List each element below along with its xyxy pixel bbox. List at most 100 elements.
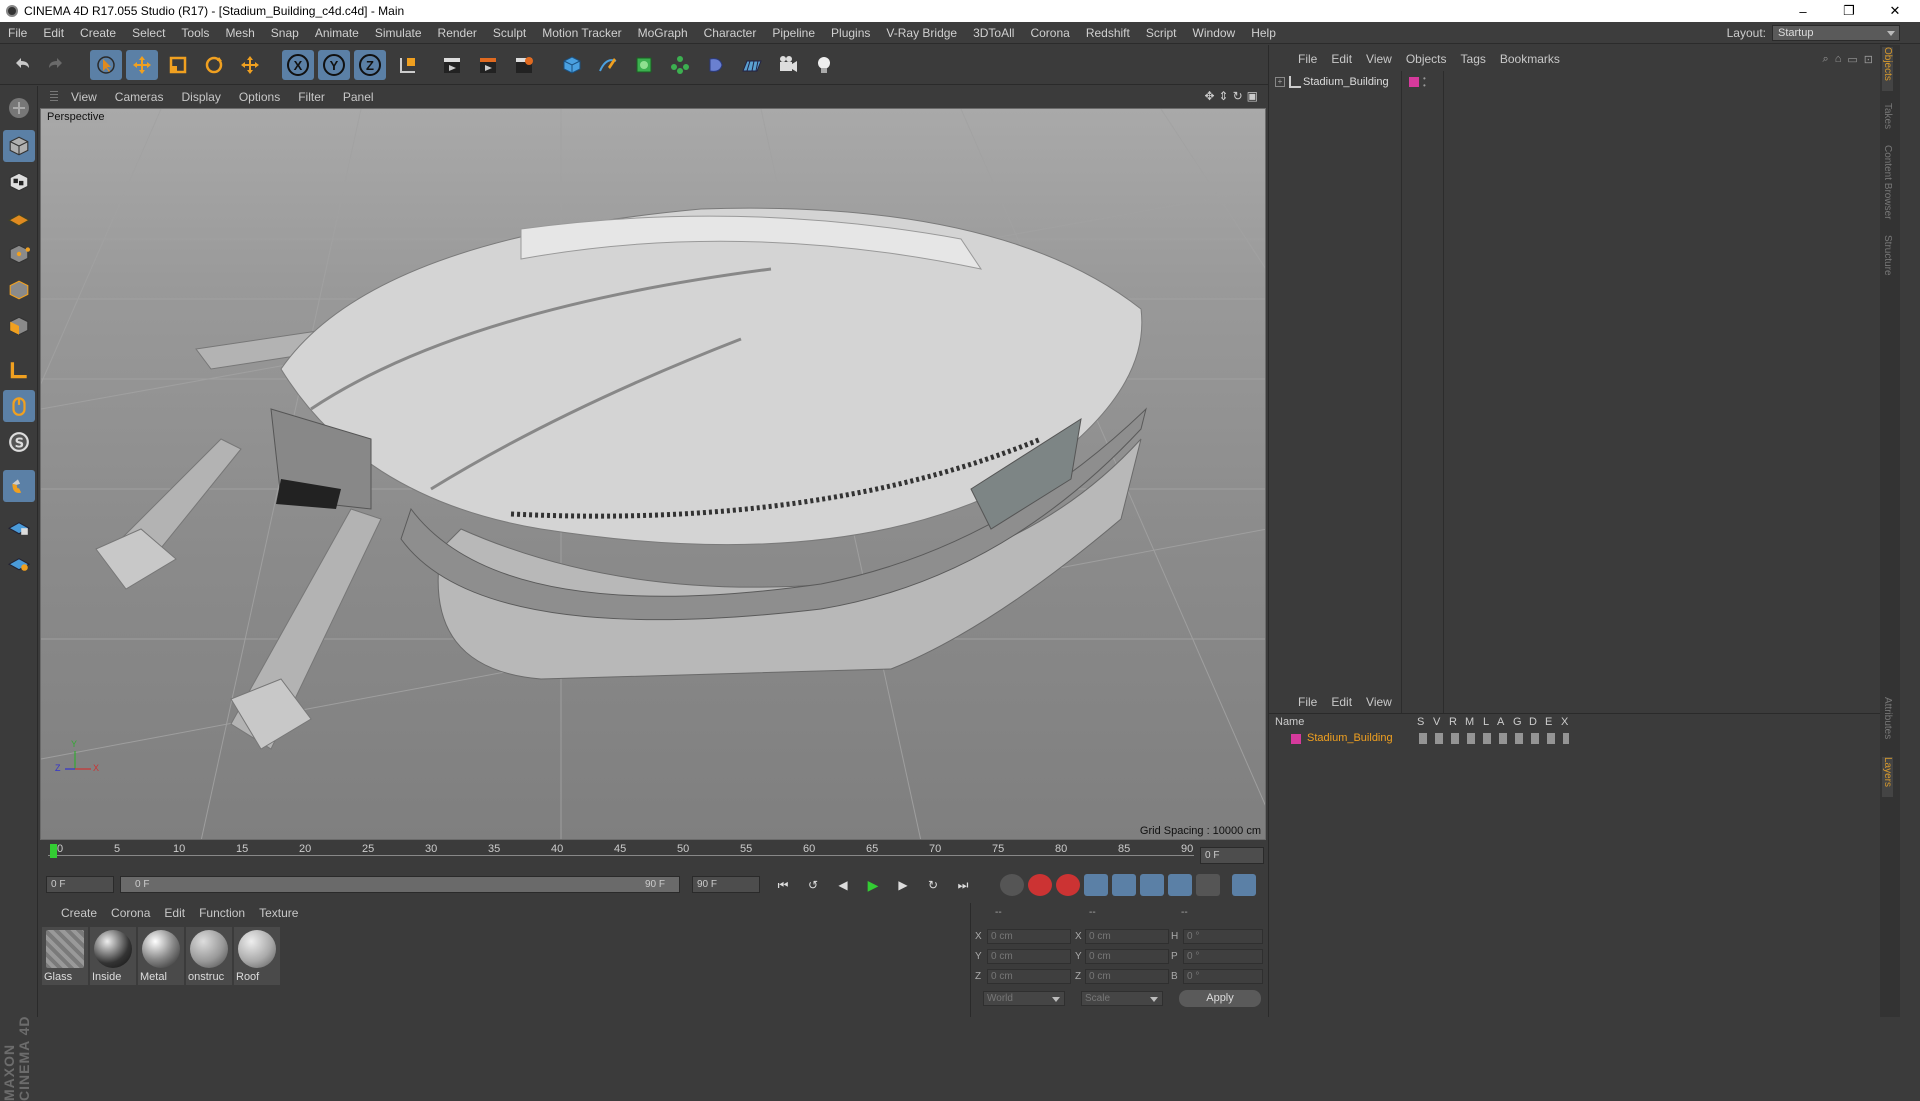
make-editable-button[interactable]	[3, 92, 35, 124]
workplane-align-button[interactable]	[3, 546, 35, 578]
menu-pipeline[interactable]: Pipeline	[764, 26, 823, 40]
layer-name[interactable]: Stadium_Building	[1307, 732, 1393, 744]
add-cube-button[interactable]	[556, 50, 588, 80]
material-menu-corona[interactable]: Corona	[104, 906, 157, 920]
perspective-viewport[interactable]: Y Z X Perspective Grid Spacing : 10000 c…	[40, 108, 1266, 840]
workplane-mode-button[interactable]	[3, 202, 35, 234]
end-frame-field[interactable]: 90 F	[692, 876, 760, 893]
object-row[interactable]: + Stadium_Building • •	[1273, 75, 1873, 91]
tab-objects[interactable]: Objects	[1882, 47, 1893, 91]
menu-window[interactable]: Window	[1185, 26, 1244, 40]
key-parameter-icon[interactable]	[1168, 874, 1192, 896]
texture-mode-button[interactable]	[3, 166, 35, 198]
snap-button[interactable]	[3, 470, 35, 502]
layers-menu-file[interactable]: File	[1291, 695, 1324, 709]
objects-menu-view[interactable]: View	[1359, 52, 1399, 66]
render-settings-button[interactable]	[508, 50, 540, 80]
add-camera-button[interactable]	[772, 50, 804, 80]
key-position-icon[interactable]	[1084, 874, 1108, 896]
tab-layers[interactable]: Layers	[1882, 757, 1893, 797]
menu-create[interactable]: Create	[72, 26, 124, 40]
add-light-button[interactable]	[808, 50, 840, 80]
material-swatch[interactable]: Glass	[42, 927, 88, 985]
auto-keying-icon[interactable]	[1028, 874, 1052, 896]
size-y-field[interactable]: 0 cm	[1085, 949, 1169, 964]
object-name[interactable]: Stadium_Building	[1303, 76, 1389, 88]
maximize-view-icon[interactable]: ▣	[1247, 89, 1258, 103]
menu-vray-bridge[interactable]: V-Ray Bridge	[878, 26, 965, 40]
material-menu-texture[interactable]: Texture	[252, 906, 305, 920]
material-menu-create[interactable]: Create	[54, 906, 104, 920]
rotation-b-field[interactable]: 0 °	[1183, 969, 1263, 984]
tweak-mode-button[interactable]	[3, 390, 35, 422]
objects-menu-tags[interactable]: Tags	[1454, 52, 1493, 66]
material-swatch[interactable]: Inside	[90, 927, 136, 985]
lock-z-axis-button[interactable]: Z	[354, 50, 386, 80]
menu-simulate[interactable]: Simulate	[367, 26, 430, 40]
polygons-mode-button[interactable]	[3, 310, 35, 342]
coordinate-system-button[interactable]	[392, 50, 424, 80]
next-key-button[interactable]: ↻	[920, 874, 946, 896]
rotate-tool[interactable]	[198, 50, 230, 80]
menu-animate[interactable]: Animate	[307, 26, 367, 40]
playhead-marker[interactable]	[50, 844, 57, 858]
restore-button[interactable]: ❐	[1826, 0, 1872, 22]
position-y-field[interactable]: 0 cm	[987, 949, 1071, 964]
play-button[interactable]: ▶	[860, 874, 886, 896]
undo-button[interactable]	[6, 50, 38, 80]
minimize-button[interactable]: –	[1780, 0, 1826, 22]
add-pen-spline-button[interactable]	[592, 50, 624, 80]
render-view-button[interactable]	[436, 50, 468, 80]
timeline-ruler[interactable]: 0 5 10 15 20 25 30 35 40 45 50 55 60 65 …	[40, 843, 1266, 873]
edges-mode-button[interactable]	[3, 274, 35, 306]
material-menu-function[interactable]: Function	[192, 906, 252, 920]
material-menu-edit[interactable]: Edit	[157, 906, 192, 920]
lock-y-axis-button[interactable]: Y	[318, 50, 350, 80]
lock-x-axis-button[interactable]: X	[282, 50, 314, 80]
model-mode-button[interactable]	[3, 130, 35, 162]
material-swatch[interactable]: Metal	[138, 927, 184, 985]
rotation-p-field[interactable]: 0 °	[1183, 949, 1263, 964]
redo-button[interactable]	[40, 50, 72, 80]
viewport-menu-options[interactable]: Options	[230, 90, 289, 104]
close-button[interactable]: ✕	[1872, 0, 1918, 22]
expand-icon[interactable]: +	[1275, 77, 1285, 87]
tab-takes[interactable]: Takes	[1882, 103, 1893, 133]
menu-character[interactable]: Character	[696, 26, 765, 40]
tab-content-browser[interactable]: Content Browser	[1882, 145, 1893, 225]
layout-dropdown[interactable]: Startup	[1772, 25, 1900, 41]
objects-menu-objects[interactable]: Objects	[1399, 52, 1454, 66]
menu-help[interactable]: Help	[1243, 26, 1284, 40]
add-deformer-button[interactable]	[700, 50, 732, 80]
keyframe-selection-icon[interactable]	[1056, 874, 1080, 896]
search-icon[interactable]: ⌕	[1823, 53, 1829, 66]
position-z-field[interactable]: 0 cm	[987, 969, 1071, 984]
tab-attributes[interactable]: Attributes	[1882, 697, 1893, 747]
minimize-panel-icon[interactable]: ▭	[1847, 53, 1857, 66]
scale-tool[interactable]	[162, 50, 194, 80]
menu-sculpt[interactable]: Sculpt	[485, 26, 534, 40]
material-swatch[interactable]: Roof	[234, 927, 280, 985]
previous-key-button[interactable]: ↺	[800, 874, 826, 896]
timeline-window-icon[interactable]	[1232, 874, 1256, 896]
solo-button[interactable]: S	[3, 426, 35, 458]
menu-tools[interactable]: Tools	[173, 26, 217, 40]
menu-edit[interactable]: Edit	[35, 26, 72, 40]
position-x-field[interactable]: 0 cm	[987, 929, 1071, 944]
material-swatch[interactable]: onstruc	[186, 927, 232, 985]
viewport-menu-display[interactable]: Display	[172, 90, 229, 104]
points-mode-button[interactable]	[3, 238, 35, 270]
menu-mograph[interactable]: MoGraph	[630, 26, 696, 40]
menu-corona[interactable]: Corona	[1022, 26, 1077, 40]
layer-toggle-icons[interactable]	[1419, 733, 1569, 744]
menu-redshift[interactable]: Redshift	[1078, 26, 1138, 40]
render-to-picture-viewer-button[interactable]	[472, 50, 504, 80]
dolly-view-icon[interactable]: ⇕	[1219, 89, 1229, 103]
size-z-field[interactable]: 0 cm	[1085, 969, 1169, 984]
rotate-view-icon[interactable]: ↻	[1233, 89, 1243, 103]
viewport-menu-filter[interactable]: Filter	[289, 90, 334, 104]
menu-mesh[interactable]: Mesh	[217, 26, 262, 40]
previous-frame-button[interactable]: ◀	[830, 874, 856, 896]
workplane-lock-button[interactable]	[3, 510, 35, 542]
transform-tool[interactable]	[234, 50, 266, 80]
